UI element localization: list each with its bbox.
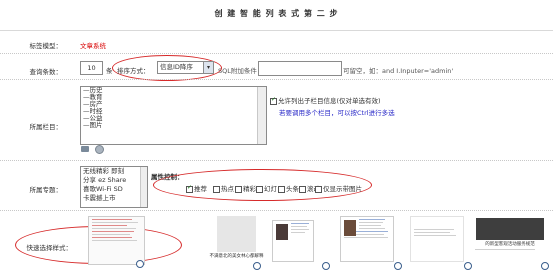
style-thumb-3[interactable] xyxy=(272,220,314,262)
attr-checkbox[interactable] xyxy=(186,184,193,193)
list-item[interactable]: —教育 xyxy=(81,94,266,101)
style-radio-3[interactable] xyxy=(322,262,330,270)
attr-checkbox[interactable] xyxy=(256,185,263,193)
scrollbar[interactable] xyxy=(140,167,147,207)
include-children-option[interactable]: 允许列出子栏目信息(仅对单选有效) xyxy=(270,95,381,105)
include-children-label: 允许列出子栏目信息(仅对单选有效) xyxy=(278,97,381,105)
attr-option-image-only[interactable]: 仅显示带图片 xyxy=(315,183,362,193)
attr-label: 幻灯 xyxy=(264,185,277,193)
style-thumb-2[interactable]: 不满意北的美女林心都解释 xyxy=(208,216,265,263)
style-radio-4[interactable] xyxy=(394,262,402,270)
list-item[interactable]: —房产 xyxy=(81,101,266,108)
list-item[interactable]: —历史 xyxy=(81,87,266,94)
photo-placeholder xyxy=(276,224,288,240)
attr-option-recommend[interactable]: 推荐 xyxy=(186,183,207,193)
list-item[interactable]: —图片 xyxy=(81,122,266,129)
thumb-caption: 的新型客观活动服务规范 xyxy=(485,242,535,247)
query-count-value: 10 xyxy=(87,64,96,72)
label-model-value: 文章系统 xyxy=(80,42,106,50)
query-count-label: 查询条数： xyxy=(29,68,63,76)
style-thumb-6[interactable]: 的新型客观活动服务规范 xyxy=(472,216,548,260)
attr-option-excellent[interactable]: 精彩 xyxy=(235,183,256,193)
topic-label: 所属专题： xyxy=(29,186,63,194)
channel-label: 所属栏目： xyxy=(29,123,63,131)
sort-label: 排序方式： xyxy=(117,67,150,75)
sql-extra-label: SQL附加条件： xyxy=(218,67,264,75)
expand-icon[interactable] xyxy=(95,145,104,154)
attr-checkbox[interactable] xyxy=(299,185,306,193)
label-model-label: 标签模型： xyxy=(29,42,63,50)
photo-placeholder xyxy=(476,218,544,240)
divider xyxy=(0,30,553,31)
style-radio-5[interactable] xyxy=(464,262,472,270)
divider xyxy=(0,210,553,211)
sort-select-value: 信息ID降序 xyxy=(160,63,193,71)
thumb-caption: 不满意北的美女林心都解释 xyxy=(209,254,264,259)
divider xyxy=(0,53,553,54)
topic-listbox[interactable]: 无线精彩 即刻 分享 ez Share 喜歌Wi-Fi SD 卡震撼上市 xyxy=(80,166,148,208)
attr-checkbox[interactable] xyxy=(278,185,285,193)
style-thumb-1[interactable] xyxy=(88,216,145,265)
attr-label: 仅显示带图片 xyxy=(323,185,362,193)
photo-placeholder xyxy=(344,220,356,236)
style-thumb-4[interactable] xyxy=(340,216,394,262)
list-item[interactable]: —公益 xyxy=(81,115,266,122)
attr-label: 推荐 xyxy=(194,185,207,193)
attr-checkbox[interactable] xyxy=(315,185,322,193)
style-radio-6[interactable] xyxy=(541,262,549,270)
collapse-icon[interactable] xyxy=(81,146,89,152)
divider xyxy=(0,160,553,161)
sort-select[interactable]: 信息ID降序 ▾ xyxy=(157,61,214,74)
list-item[interactable]: 分享 ez Share xyxy=(81,176,147,185)
list-item[interactable]: —时经 xyxy=(81,108,266,115)
channel-listbox[interactable]: —历史 —教育 —房产 —时经 —公益 —图片 xyxy=(80,86,267,145)
photo-placeholder xyxy=(217,216,256,252)
attr-option-hot[interactable]: 热点 xyxy=(213,183,234,193)
query-count-input[interactable]: 10 xyxy=(80,61,103,75)
sql-extra-hint: 可留空，如：and I.Inputer='admin' xyxy=(343,67,454,75)
multi-select-hint: 若要调用多个栏目，可以按Ctrl进行多选 xyxy=(279,109,395,117)
page-title: 创 建 智 能 列 表 式 第 二 步 xyxy=(214,9,339,18)
list-item[interactable]: 卡震撼上市 xyxy=(81,194,147,203)
quick-style-label: 快速选择样式： xyxy=(26,244,73,252)
chevron-down-icon[interactable]: ▾ xyxy=(203,62,213,73)
include-children-checkbox[interactable] xyxy=(270,96,277,105)
scrollbar[interactable] xyxy=(257,87,266,144)
divider xyxy=(0,79,553,80)
attr-label: 热点 xyxy=(221,185,234,193)
attr-checkbox[interactable] xyxy=(213,185,220,193)
sql-extra-input[interactable] xyxy=(258,61,342,76)
attr-label: 精彩 xyxy=(243,185,256,193)
attr-option-slide[interactable]: 幻灯 xyxy=(256,183,277,193)
list-item[interactable]: 无线精彩 即刻 xyxy=(81,167,147,176)
attr-label: 头条 xyxy=(286,185,299,193)
style-radio-2[interactable] xyxy=(253,262,261,270)
style-radio-1[interactable] xyxy=(136,260,144,268)
list-item[interactable]: 喜歌Wi-Fi SD xyxy=(81,185,147,194)
style-thumb-5[interactable] xyxy=(410,216,464,262)
attr-option-headline[interactable]: 头条 xyxy=(278,183,299,193)
attr-checkbox[interactable] xyxy=(235,185,242,193)
